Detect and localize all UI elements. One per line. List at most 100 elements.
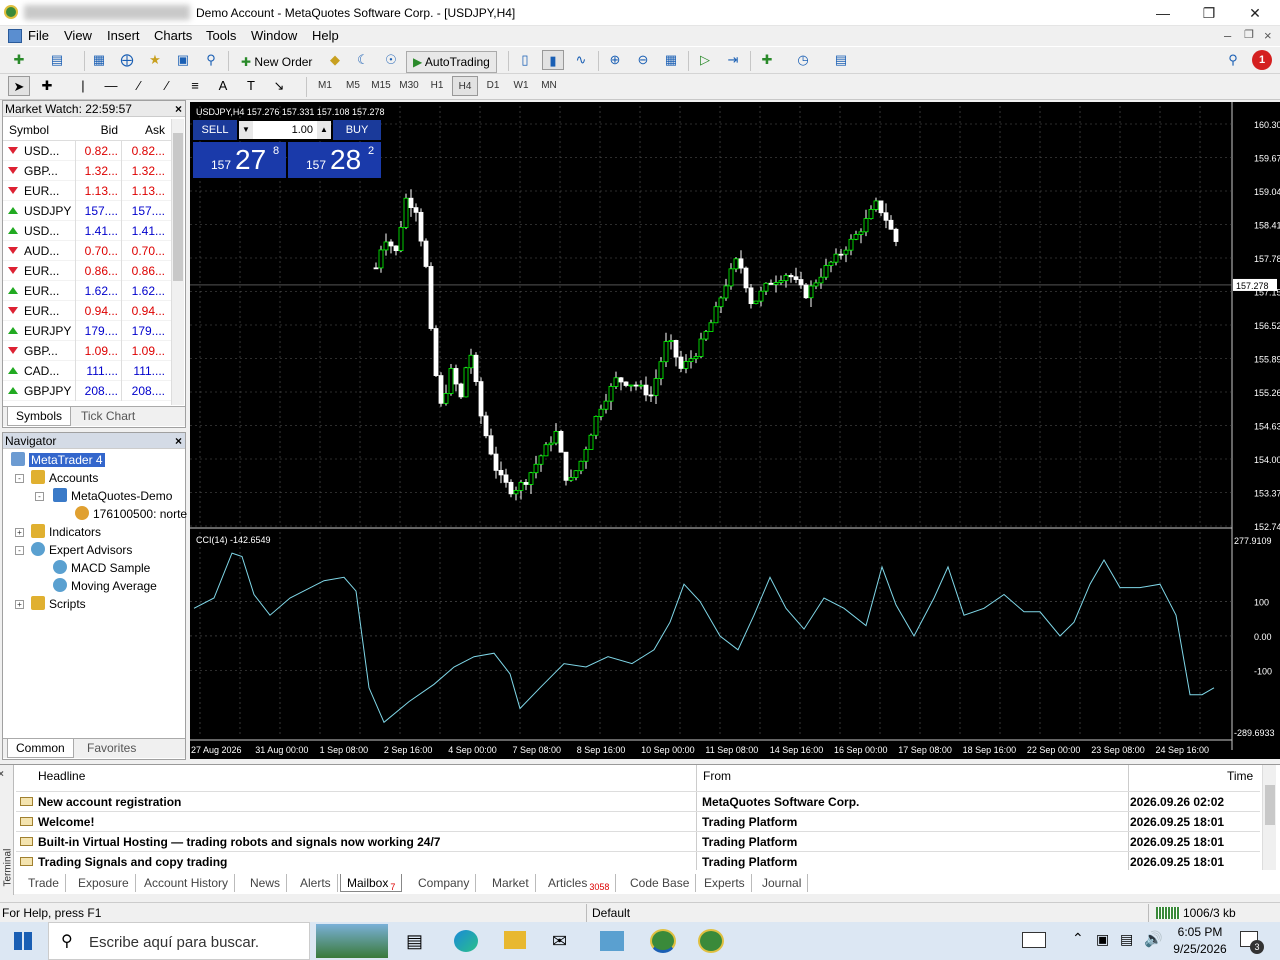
lot-size-input[interactable]: 1.00 bbox=[253, 121, 317, 139]
expand-icon[interactable]: + bbox=[15, 528, 24, 537]
crosshair-icon[interactable]: ✚ bbox=[36, 76, 58, 96]
timeframe-m15[interactable]: M15 bbox=[368, 76, 394, 96]
clock-time[interactable]: 6:05 PM bbox=[1170, 925, 1230, 939]
horizontal-line-icon[interactable]: — bbox=[100, 76, 122, 96]
minimize-button[interactable]: — bbox=[1140, 0, 1186, 26]
fibonacci-icon[interactable]: ≡ bbox=[184, 76, 206, 96]
close-button[interactable]: ✕ bbox=[1232, 0, 1278, 26]
vertical-line-icon[interactable]: | bbox=[72, 76, 94, 96]
tab-market[interactable]: Market bbox=[486, 874, 536, 892]
market-watch-row[interactable]: GBPJPY 208.... 208.... bbox=[3, 381, 173, 401]
taskbar-search-box[interactable]: ⚲ Escribe aquí para buscar. bbox=[48, 922, 310, 960]
search-icon[interactable]: ⚲ bbox=[1222, 50, 1244, 70]
mailbox-row[interactable]: New account registration MetaQuotes Softw… bbox=[16, 791, 1260, 811]
indicators-icon[interactable]: ✚ bbox=[756, 50, 778, 70]
close-icon[interactable]: × bbox=[175, 433, 182, 449]
price-chart[interactable]: 160.305159.675159.045158.415157.785157.2… bbox=[190, 102, 1280, 759]
collapse-icon[interactable]: - bbox=[15, 546, 24, 555]
mdi-close-button[interactable]: × bbox=[1264, 28, 1272, 43]
timeframe-m5[interactable]: M5 bbox=[340, 76, 366, 96]
periods-icon[interactable]: ◷ bbox=[792, 50, 814, 70]
tab-code-base[interactable]: Code Base bbox=[624, 874, 697, 892]
arrows-icon[interactable]: ↘ bbox=[268, 76, 290, 96]
market-watch-row[interactable]: EUR... 0.94... 0.94... bbox=[3, 301, 173, 321]
chevron-up-icon[interactable]: ⌃ bbox=[1072, 930, 1084, 947]
text-label-icon[interactable]: T bbox=[240, 76, 262, 96]
new-chart-icon[interactable]: ✚ bbox=[8, 50, 30, 70]
lot-increase-icon[interactable]: ▲ bbox=[317, 121, 331, 139]
tree-item-account[interactable]: 176100500: norte bbox=[75, 506, 187, 522]
market-watch-row[interactable]: USD... 0.82... 0.82... bbox=[3, 141, 173, 161]
tab-news[interactable]: News bbox=[244, 874, 288, 892]
menu-view[interactable]: View bbox=[64, 28, 92, 43]
autoscroll-icon[interactable]: ⇥ bbox=[722, 50, 744, 70]
app-icon[interactable] bbox=[4, 5, 18, 19]
tester-icon[interactable]: ⚲ bbox=[200, 50, 222, 70]
vps-icon[interactable]: ☾ bbox=[352, 50, 374, 70]
lot-decrease-icon[interactable]: ▼ bbox=[239, 121, 253, 139]
bar-chart-icon[interactable]: ▯ bbox=[514, 50, 536, 70]
channel-icon[interactable]: ∕ bbox=[156, 76, 178, 96]
task-view-icon[interactable]: ▤ bbox=[406, 931, 423, 952]
tree-item-scripts[interactable]: Scripts bbox=[31, 596, 86, 612]
edge-icon[interactable] bbox=[454, 930, 478, 952]
menu-file[interactable]: File bbox=[28, 28, 49, 43]
notifications-badge[interactable]: 1 bbox=[1252, 50, 1272, 70]
sell-button[interactable]: SELL bbox=[193, 120, 237, 140]
zoom-out-icon[interactable]: ⊖ bbox=[632, 50, 654, 70]
close-icon[interactable]: × bbox=[0, 769, 4, 780]
terminal-icon[interactable]: ▣ bbox=[172, 50, 194, 70]
timeframe-w1[interactable]: W1 bbox=[508, 76, 534, 96]
autotrading-button[interactable]: ▶ AutoTrading bbox=[406, 51, 497, 73]
buy-button[interactable]: BUY bbox=[333, 120, 381, 140]
doc-icon[interactable] bbox=[8, 29, 22, 43]
column-headline[interactable]: Headline bbox=[38, 769, 85, 783]
profiles-icon[interactable]: ▤ bbox=[46, 50, 68, 70]
battery-icon[interactable]: ▤ bbox=[1120, 931, 1133, 948]
timeframe-h1[interactable]: H1 bbox=[424, 76, 450, 96]
mail-icon[interactable]: ✉ bbox=[552, 931, 567, 952]
tree-item-macd-sample[interactable]: MACD Sample bbox=[53, 560, 150, 576]
timeframe-h4[interactable]: H4 bbox=[452, 76, 478, 96]
market-watch-row[interactable]: AUD... 0.70... 0.70... bbox=[3, 241, 173, 261]
tree-item-expert-advisors[interactable]: Expert Advisors bbox=[31, 542, 132, 558]
mdi-minimize-button[interactable]: – bbox=[1224, 28, 1231, 43]
tree-item-moving-average[interactable]: Moving Average bbox=[53, 578, 157, 594]
tab-journal[interactable]: Journal bbox=[756, 874, 809, 892]
mdi-restore-button[interactable]: ❐ bbox=[1244, 28, 1254, 41]
tab-exposure[interactable]: Exposure bbox=[72, 874, 136, 892]
tree-item-metatrader[interactable]: MetaTrader 4 bbox=[11, 452, 105, 468]
signals-icon[interactable]: ☉ bbox=[380, 50, 402, 70]
tab-experts[interactable]: Experts bbox=[698, 874, 752, 892]
sell-price-button[interactable]: 157 27 8 bbox=[193, 142, 286, 178]
tab-account-history[interactable]: Account History bbox=[138, 874, 236, 892]
timeframe-m30[interactable]: M30 bbox=[396, 76, 422, 96]
buy-price-button[interactable]: 157 28 2 bbox=[288, 142, 381, 178]
tree-item-server[interactable]: MetaQuotes-Demo bbox=[53, 488, 172, 504]
menu-charts[interactable]: Charts bbox=[154, 28, 192, 43]
column-ask[interactable]: Ask bbox=[121, 119, 168, 141]
market-watch-row[interactable]: EURJPY 179.... 179.... bbox=[3, 321, 173, 341]
menu-insert[interactable]: Insert bbox=[107, 28, 140, 43]
column-time[interactable]: Time bbox=[1227, 769, 1253, 783]
zoom-in-icon[interactable]: ⊕ bbox=[604, 50, 626, 70]
tab-mailbox[interactable]: Mailbox 7 bbox=[340, 874, 403, 892]
tab-articles[interactable]: Articles 3058 bbox=[542, 874, 617, 892]
candlestick-icon[interactable]: ▮ bbox=[542, 50, 564, 70]
tile-windows-icon[interactable]: ▦ bbox=[660, 50, 682, 70]
mailbox-row[interactable]: Built-in Virtual Hosting — trading robot… bbox=[16, 831, 1260, 851]
expand-icon[interactable]: + bbox=[15, 600, 24, 609]
mailbox-row[interactable]: Trading Signals and copy trading Trading … bbox=[16, 851, 1260, 871]
metatrader4-icon[interactable] bbox=[650, 929, 676, 953]
trendline-icon[interactable]: ∕ bbox=[128, 76, 150, 96]
tab-tick-chart[interactable]: Tick Chart bbox=[73, 407, 143, 426]
collapse-icon[interactable]: - bbox=[35, 492, 44, 501]
market-watch-row[interactable]: CAD... 111.... 111.... bbox=[3, 361, 173, 381]
close-icon[interactable]: × bbox=[175, 101, 182, 117]
chart-shift-icon[interactable]: ▷ bbox=[694, 50, 716, 70]
market-watch-row[interactable]: EUR... 0.86... 0.86... bbox=[3, 261, 173, 281]
terminal-scrollbar[interactable] bbox=[1262, 765, 1276, 870]
app-icon[interactable] bbox=[600, 931, 624, 951]
new-order-button[interactable]: ✚ New Order bbox=[234, 51, 319, 73]
tree-item-accounts[interactable]: Accounts bbox=[31, 470, 98, 486]
